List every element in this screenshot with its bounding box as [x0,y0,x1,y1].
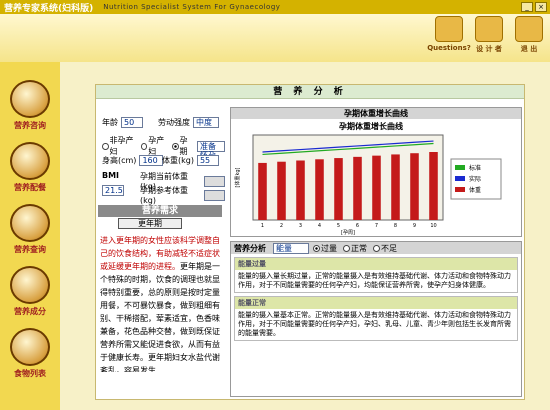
title-bar: 营养专家系统(妇科版) Nutrition Specialist System … [0,0,550,14]
legend-swatch [455,176,465,181]
x-tick-label: 1 [261,223,264,229]
analysis-panel: 营 养 分 析 年龄50 劳动强度中度 非孕产妇 孕产妇 孕期 准备怀孕 身高(… [95,84,525,400]
requirement-stage-button[interactable]: 更年期 [118,218,182,229]
bar [372,155,381,220]
sidebar-item-foods[interactable]: 食物列表 [4,328,56,386]
chart-header: 孕期体重增长曲线 [231,108,521,119]
minimize-button[interactable]: _ [521,2,533,12]
bar [258,162,267,220]
legend-label: 标准 [469,164,481,172]
nav-icon [10,142,50,180]
designer-icon [475,16,503,42]
x-tick-label: 5 [337,223,340,229]
age-input[interactable]: 50 [121,117,143,128]
requirement-title: 营养需求 [98,205,222,217]
legend-label: 体重 [469,186,481,194]
requirement-text: 进入更年期的女性应该科学调整自己的饮食结构，有助减轻不适症状或延缓更年期的进程。… [100,236,220,372]
x-tick-label: 4 [318,223,321,229]
legend-swatch [455,165,465,170]
x-tick-label: 9 [413,223,416,229]
legend-swatch [455,187,465,192]
radio-non-pregnant[interactable]: 非孕产妇 [102,135,139,157]
x-axis-label: [孕周] [341,230,355,236]
radio-stage[interactable]: 孕期 [172,135,194,157]
sidebar-item-consult[interactable]: 营养咨询 [4,80,56,138]
analysis-section-1: 能量过量 能量的摄入量长期过量，正常的能量摄入是有效维持基础代谢、体力活动和食物… [234,257,518,293]
bar [429,152,438,220]
nav-icon [10,328,50,366]
x-tick-label: 8 [394,223,397,229]
x-tick-label: 6 [356,223,359,229]
weight-input[interactable]: 55 [196,155,219,166]
radio-deficient[interactable]: 不足 [373,243,397,254]
analysis-section-2: 能量正常 能量的摄入量基本正常。正常的能量摄入是有效维持基础代谢、体力活动和食物… [234,296,518,341]
bar [315,159,324,220]
nutrient-select[interactable]: 能量 [273,242,309,254]
app-window: 营养专家系统(妇科版) Nutrition Specialist System … [0,0,550,410]
chart-title: 孕期体重增长曲线 [339,121,403,131]
panel-title: 营 养 分 析 [96,85,524,99]
bar [334,158,343,220]
bar [391,154,400,220]
legend-label: 实际 [469,175,481,183]
app-title: 营养专家系统(妇科版) [4,3,94,14]
x-tick-label: 10 [430,223,436,229]
app-subtitle: Nutrition Specialist System For Gynaecol… [103,3,281,11]
stage-select[interactable]: 准备怀孕 [197,140,225,160]
exit-icon [515,16,543,42]
x-tick-label: 3 [299,223,302,229]
sidebar-item-nutrients[interactable]: 营养成分 [4,266,56,324]
weight-chart: 孕期体重增长曲线 1 2 3 4 5 6 7 8 9 10 [孕周] [体重kg] 标准实际体重 [234,121,502,236]
sidebar-item-query[interactable]: 营养查询 [4,204,56,262]
height-input[interactable]: 160 [139,155,164,166]
radio-pregnant[interactable]: 孕产妇 [140,135,170,157]
radio-excess[interactable]: 过量 [313,243,337,254]
radio-normal[interactable]: 正常 [343,243,367,254]
weight-chart-panel: 孕期体重增长曲线 孕期体重增长曲线 1 2 3 4 5 6 7 8 9 10 [孕周] [体重kg] 标准… [230,107,522,237]
questions-button[interactable]: Questions? [427,16,471,56]
bar [410,153,419,220]
sidebar: 营养咨询 营养配餐 营养查询 营养成分 食物列表 [0,62,60,410]
nav-icon [10,204,50,242]
bar [353,156,362,220]
sidebar-item-meal[interactable]: 营养配餐 [4,142,56,200]
x-tick-label: 7 [375,223,378,229]
analysis-section: 营养分析 能量 过量 正常 不足 能量过量 能量的摄入量长期过量，正常的能量摄入… [230,241,522,397]
bmi-value: 21.5 [102,185,124,196]
close-button[interactable]: × [535,2,547,12]
ref-weight-input[interactable] [203,189,225,201]
labor-select[interactable]: 中度 [193,117,219,128]
bar [277,161,286,220]
x-tick-label: 2 [280,223,283,229]
nav-icon [10,80,50,118]
y-axis-label: [体重kg] [234,167,241,187]
exit-button[interactable]: 退 出 [512,16,546,56]
question-icon [435,16,463,42]
designer-button[interactable]: 设 计 者 [472,16,506,56]
bar [296,160,305,220]
nav-icon [10,266,50,304]
